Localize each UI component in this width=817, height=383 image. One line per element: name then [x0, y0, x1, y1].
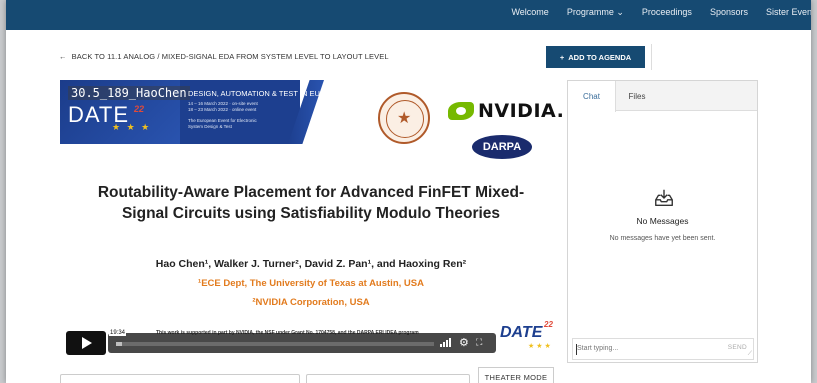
paper-title-line-2: Signal Circuits using Satisfiability Mod…: [121, 205, 501, 222]
nav-item-0[interactable]: Welcome: [511, 7, 548, 18]
gear-icon[interactable]: ⚙: [459, 336, 469, 349]
affiliation-1: ¹ECE Dept, The University of Texas at Au…: [198, 278, 424, 289]
add-to-agenda-button[interactable]: + ADD TO AGENDA: [546, 46, 645, 68]
date-logo-small-22: 22: [544, 320, 553, 329]
tab-chat[interactable]: Chat: [568, 81, 616, 112]
fullscreen-icon[interactable]: ⛶: [476, 337, 482, 348]
back-link-label: BACK TO 11.1 ANALOG / MIXED-SIGNAL EDA F…: [71, 52, 389, 61]
page-frame: Welcome Programme ⌄ Proceedings Sponsors Sis…: [6, 0, 811, 383]
add-to-agenda-label: ADD TO AGENDA: [568, 52, 632, 62]
banner-title: DESIGN, AUTOMATION & TEST IN EUROPE: [188, 89, 342, 98]
date-logo-superscript: 22: [134, 104, 145, 114]
play-button[interactable]: [66, 331, 106, 355]
nav-item-1[interactable]: Programme ⌄: [567, 7, 624, 18]
divider: [651, 44, 652, 70]
nvidia-eye-icon: [448, 102, 474, 120]
nav-item-4[interactable]: Sister Events: [766, 7, 811, 18]
university-seal-logo: ★: [378, 92, 430, 144]
progress-fill: [116, 342, 123, 346]
nvidia-logo: NVIDIA.: [448, 100, 564, 122]
bottom-panel-right: [306, 374, 470, 383]
banner-tagline-2: System Design & Test: [188, 124, 232, 129]
stars-decoration: ★ ★ ★: [112, 122, 152, 132]
current-time: 19:34: [109, 330, 127, 336]
volume-icon[interactable]: [440, 338, 454, 347]
nav-item-3[interactable]: Sponsors: [710, 7, 748, 18]
banner-tagline: The European Event for Electronic System…: [188, 118, 257, 130]
theater-mode-button[interactable]: THEATER MODE: [478, 367, 554, 383]
paper-title-line-1: Routability-Aware Placement for Advanced…: [97, 184, 525, 201]
authors: Hao Chen¹, Walker J. Turner², David Z. P…: [155, 258, 467, 270]
chat-panel: Chat Files No Messages No messages have …: [567, 80, 758, 363]
progress-bar[interactable]: [116, 342, 434, 346]
darpa-logo: DARPA: [472, 135, 532, 159]
back-link[interactable]: ← BACK TO 11.1 ANALOG / MIXED-SIGNAL EDA …: [59, 52, 389, 61]
chat-tabs: Chat Files: [568, 81, 757, 112]
play-icon: [82, 337, 92, 349]
send-button[interactable]: SEND: [728, 344, 747, 351]
nav-menu: Welcome Programme ⌄ Proceedings Sponsors Sis…: [511, 7, 811, 18]
banner-date-2: 18 – 23 March 2022 · online event: [188, 107, 257, 112]
bottom-panel-left: [60, 374, 300, 383]
banner-dates: 14 – 16 March 2022 · on-site event 18 – …: [188, 101, 258, 113]
arrow-left-icon: ←: [59, 52, 67, 61]
resize-handle-icon[interactable]: ⟋: [748, 351, 752, 358]
nvidia-wordmark: NVIDIA.: [478, 100, 565, 122]
inbox-icon: [655, 189, 673, 207]
video-player[interactable]: 30.5_189_HaoChen DATE 22 ★ ★ ★ DESIGN, A…: [60, 80, 564, 362]
tab-files[interactable]: Files: [616, 81, 658, 111]
paper-title: Routability-Aware Placement for Advanced…: [60, 182, 562, 224]
plus-icon: +: [559, 52, 565, 62]
date-logo-small: DATE: [500, 324, 543, 341]
affiliation-2: ²NVIDIA Corporation, USA: [252, 297, 370, 308]
video-watermark: 30.5_189_HaoChen: [68, 86, 190, 100]
top-navigation: Welcome Programme ⌄ Proceedings Sponsors Sis…: [6, 0, 811, 30]
chat-input-placeholder: Start typing...: [577, 345, 619, 352]
empty-state-subtitle: No messages have yet been sent.: [609, 235, 716, 242]
empty-state-title: No Messages: [636, 216, 689, 226]
stars-decoration-small: ★ ★ ★: [528, 343, 551, 350]
chat-input[interactable]: Start typing... SEND ⟋: [572, 338, 754, 360]
nav-item-2[interactable]: Proceedings: [642, 7, 692, 18]
